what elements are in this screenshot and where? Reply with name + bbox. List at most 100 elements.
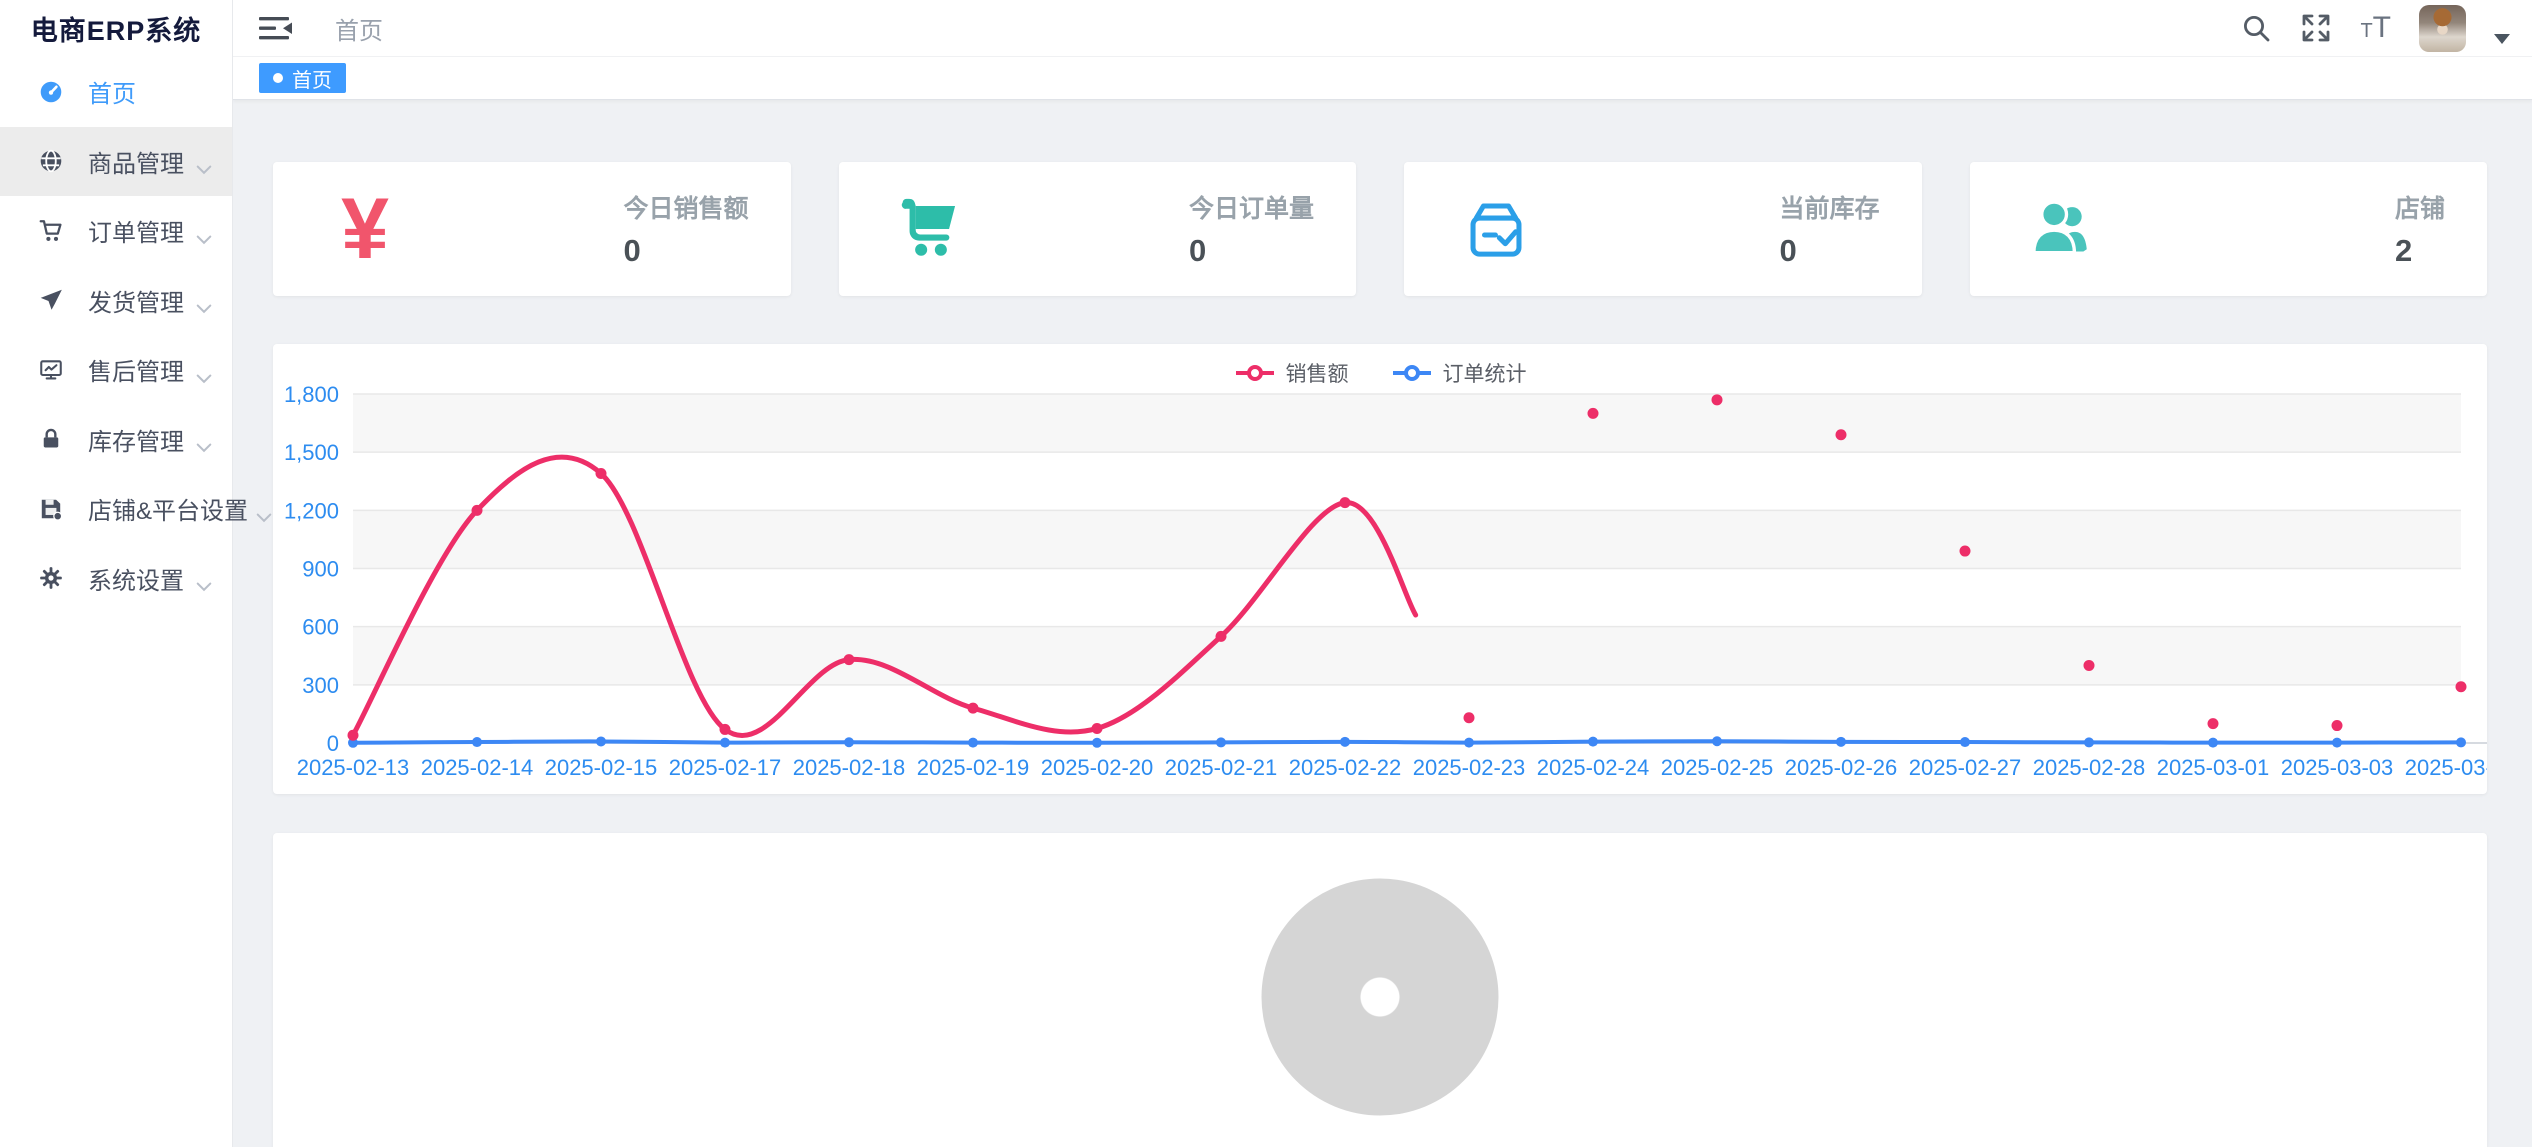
lock-icon (36, 424, 66, 454)
sidebar-item-label: 店铺&平台设置 (88, 491, 248, 526)
search-icon[interactable] (2240, 12, 2272, 44)
svg-text:600: 600 (302, 615, 339, 640)
dashboard-icon (36, 77, 66, 107)
svg-text:2025-02-18: 2025-02-18 (793, 755, 906, 780)
app-title: 电商ERP系统 (0, 0, 232, 57)
svg-text:2025-02-21: 2025-02-21 (1165, 755, 1278, 780)
chevron-down-icon (196, 433, 212, 445)
font-size-icon[interactable]: TT (2360, 13, 2391, 43)
users-icon (2020, 187, 2104, 271)
stat-label: 店铺 (2395, 189, 2445, 225)
svg-text:2025-02-27: 2025-02-27 (1909, 755, 2022, 780)
font-size-icon-label: T (2373, 11, 2391, 44)
stat-card-3: 店铺 2 (1970, 162, 2488, 296)
globe-icon (36, 146, 66, 176)
stat-card-2: 当前库存 0 (1404, 162, 1922, 296)
tabs-bar: 首页 (233, 57, 2532, 100)
stat-card-1: 今日订单量 0 (839, 162, 1357, 296)
monitor-icon (36, 355, 66, 385)
tab-active-dot (273, 73, 283, 83)
svg-text:2025-02-19: 2025-02-19 (917, 755, 1030, 780)
svg-text:1,200: 1,200 (284, 498, 339, 523)
topbar: 首页 TT (233, 0, 2532, 57)
stat-value: 2 (2395, 233, 2445, 269)
svg-text:0: 0 (327, 731, 339, 756)
fullscreen-icon[interactable] (2300, 12, 2332, 44)
topbar-actions: TT (2240, 5, 2510, 52)
stat-value: 0 (1779, 233, 1879, 269)
legend-item-sales[interactable]: 销售额 (1234, 358, 1349, 388)
svg-text:2025-02-26: 2025-02-26 (1785, 755, 1898, 780)
box-check-icon (1454, 187, 1538, 271)
stat-value: 0 (623, 233, 748, 269)
tab-home[interactable]: 首页 (259, 63, 346, 93)
send-icon (36, 285, 66, 315)
svg-text:2025-02-20: 2025-02-20 (1041, 755, 1154, 780)
svg-text:900: 900 (302, 557, 339, 582)
sidebar-item-label: 首页 (88, 74, 212, 109)
stat-label: 当前库存 (1779, 189, 1879, 225)
stat-text: 店铺 2 (2395, 189, 2445, 269)
svg-text:2025-02-22: 2025-02-22 (1289, 755, 1402, 780)
svg-text:2025-02-17: 2025-02-17 (669, 755, 782, 780)
svg-text:2025-02-13: 2025-02-13 (297, 755, 410, 780)
sidebar-item-6[interactable]: 店铺&平台设置 (0, 474, 232, 544)
legend-marker-sales-icon (1234, 364, 1276, 382)
stat-text: 今日订单量 0 (1189, 189, 1314, 269)
gear-icon (36, 563, 66, 593)
sidebar-item-4[interactable]: 售后管理 (0, 335, 232, 405)
chevron-down-icon[interactable] (2494, 34, 2510, 44)
avatar[interactable] (2419, 5, 2466, 52)
legend-label-orders: 订单统计 (1443, 358, 1527, 388)
svg-text:2025-03-01: 2025-03-01 (2157, 755, 2270, 780)
sidebar-item-label: 库存管理 (88, 422, 188, 457)
sidebar-item-3[interactable]: 发货管理 (0, 266, 232, 336)
tab-home-label: 首页 (292, 64, 332, 93)
svg-text:2025-02-25: 2025-02-25 (1661, 755, 1774, 780)
sidebar: 电商ERP系统 首页商品管理订单管理发货管理售后管理库存管理店铺&平台设置系统设… (0, 0, 233, 1147)
sales-chart-card: 销售额 订单统计 03006009001,2001,5001,8002025-0… (273, 344, 2487, 794)
main-area: 首页 TT 首页 ¥ 今日销售额 0 今日订单量 0 当前库存 0 店铺 2 (233, 0, 2532, 1147)
svg-text:2025-02-28: 2025-02-28 (2033, 755, 2146, 780)
sidebar-item-1[interactable]: 商品管理 (0, 127, 232, 197)
cart-icon (36, 216, 66, 246)
svg-text:2025-03-03: 2025-03-03 (2281, 755, 2394, 780)
pie-chart-card (273, 833, 2487, 1147)
sidebar-item-label: 发货管理 (88, 283, 188, 318)
sidebar-item-7[interactable]: 系统设置 (0, 544, 232, 614)
chevron-down-icon (196, 364, 212, 376)
breadcrumb[interactable]: 首页 (335, 11, 383, 46)
stat-card-0: ¥ 今日销售额 0 (273, 162, 791, 296)
sidebar-item-label: 商品管理 (88, 144, 188, 179)
yen-icon: ¥ (323, 187, 407, 271)
legend-item-orders[interactable]: 订单统计 (1391, 358, 1527, 388)
empty-pie-placeholder (1262, 879, 1499, 1116)
sales-line-chart[interactable]: 03006009001,2001,5001,8002025-02-132025-… (273, 344, 2487, 794)
stat-label: 今日订单量 (1189, 189, 1314, 225)
stat-text: 当前库存 0 (1779, 189, 1879, 269)
sidebar-menu: 首页商品管理订单管理发货管理售后管理库存管理店铺&平台设置系统设置 (0, 57, 232, 613)
legend-marker-orders-icon (1391, 364, 1433, 382)
legend-label-sales: 销售额 (1286, 358, 1349, 388)
chevron-down-icon (196, 225, 212, 237)
svg-text:1,500: 1,500 (284, 440, 339, 465)
cart-icon (889, 187, 973, 271)
chevron-down-icon (196, 294, 212, 306)
sidebar-item-label: 订单管理 (88, 213, 188, 248)
stat-value: 0 (1189, 233, 1314, 269)
svg-text:2025-02-24: 2025-02-24 (1537, 755, 1650, 780)
svg-text:2025-02-14: 2025-02-14 (421, 755, 534, 780)
chevron-down-icon (196, 155, 212, 167)
sidebar-collapse-icon[interactable] (259, 14, 295, 42)
svg-text:300: 300 (302, 673, 339, 698)
save-icon (36, 494, 66, 524)
stat-label: 今日销售额 (623, 189, 748, 225)
chart-legend: 销售额 订单统计 (273, 358, 2487, 388)
sidebar-item-2[interactable]: 订单管理 (0, 196, 232, 266)
sidebar-item-label: 售后管理 (88, 352, 188, 387)
sidebar-item-0[interactable]: 首页 (0, 57, 232, 127)
sidebar-item-5[interactable]: 库存管理 (0, 405, 232, 475)
chevron-down-icon (196, 572, 212, 584)
svg-text:2025-02-15: 2025-02-15 (545, 755, 658, 780)
chevron-down-icon (256, 503, 272, 515)
